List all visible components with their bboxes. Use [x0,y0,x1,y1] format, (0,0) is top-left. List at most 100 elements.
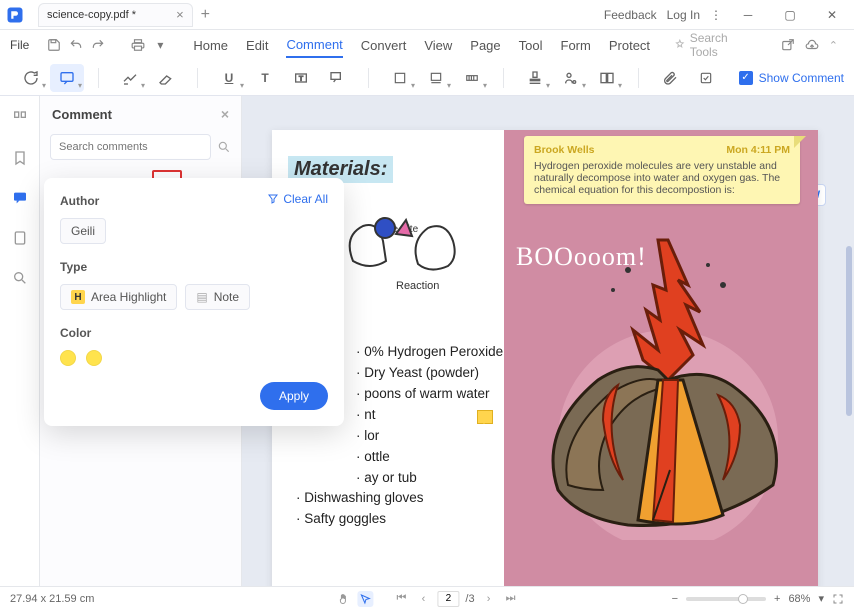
file-menu[interactable]: File [10,38,29,52]
last-page-icon[interactable]: ⏭ [503,592,519,605]
share-icon[interactable] [781,38,795,52]
page-input[interactable] [437,591,459,607]
zoom-level: 68% [788,593,810,605]
menu-tool[interactable]: Tool [519,34,543,57]
app-icon [0,0,30,30]
first-page-icon[interactable]: ⏮ [393,592,409,605]
quick-access [45,36,107,54]
color-label: Color [60,326,328,340]
zoom-out-icon[interactable]: − [672,593,678,605]
signature-tool[interactable]: ▾ [554,64,588,92]
eraser-tool[interactable] [149,64,183,92]
next-page-icon[interactable]: › [481,593,497,605]
color-swatch-yellow-1[interactable] [60,350,76,366]
textbox-tool[interactable]: T [284,64,318,92]
note-time: Mon 4:11 PM [726,144,790,156]
type-chip-highlight[interactable]: HArea Highlight [60,284,177,310]
menubar: File ▾ Home Edit Comment Convert View Pa… [0,30,854,60]
menu-edit[interactable]: Edit [246,34,268,57]
comment-panel-title: Comment [52,107,112,122]
menu-page[interactable]: Page [470,34,500,57]
comments-icon[interactable] [8,186,32,210]
show-comment-toggle[interactable]: ✓ Show Comment [739,71,844,85]
left-rail [0,96,40,586]
stamp2-tool[interactable]: ▾ [518,64,552,92]
text-tool[interactable]: T [248,64,282,92]
underline-tool[interactable]: U▾ [212,64,246,92]
new-tab-button[interactable]: + [201,6,210,24]
more-icon[interactable]: ⋮ [710,8,722,22]
close-window-button[interactable]: ✕ [816,1,848,29]
comment-panel-close[interactable]: × [221,106,229,122]
tab-title: science-copy.pdf * [47,9,136,21]
cloud-icon[interactable] [805,38,819,52]
titlebar: science-copy.pdf * × + Feedback Log In ⋮… [0,0,854,30]
search-icon[interactable] [217,140,231,154]
shape-tool[interactable]: ▾ [383,64,417,92]
title-right: Feedback Log In ⋮ ─ ▢ ✕ [604,1,854,29]
expand-icon[interactable]: ⌃ [829,39,838,52]
page-total: /3 [465,593,474,605]
reaction-illustration [338,216,468,276]
zoom-in-icon[interactable]: + [774,593,780,605]
highlight-tool[interactable]: ▾ [113,64,147,92]
menu-comment[interactable]: Comment [286,33,342,58]
menu-convert[interactable]: Convert [361,34,407,57]
search-rail-icon[interactable] [8,266,32,290]
attachment-tool[interactable] [653,64,687,92]
checkbox-tool[interactable] [689,64,723,92]
zoom-slider[interactable] [686,597,766,601]
vertical-scrollbar[interactable] [846,246,852,416]
measure-tool[interactable]: ▾ [455,64,489,92]
minimize-button[interactable]: ─ [732,1,764,29]
hand-tool-icon[interactable] [335,593,351,605]
document-tab[interactable]: science-copy.pdf * × [38,3,193,27]
redo-icon[interactable] [89,36,107,54]
main-menu: Home Edit Comment Convert View Page Tool… [193,33,650,58]
tab-close-icon[interactable]: × [176,7,184,22]
type-chip-note[interactable]: ▤Note [185,284,250,310]
zoom-dropdown-icon[interactable]: ▾ [818,592,824,605]
thumbnails-icon[interactable] [8,106,32,130]
type-label: Type [60,260,328,274]
save-icon[interactable] [45,36,63,54]
compare-tool[interactable]: ▾ [590,64,624,92]
page-nav: ⏮ ‹ /3 › ⏭ [335,591,518,607]
apply-button[interactable]: Apply [260,382,328,410]
search-tools[interactable]: Search Tools [674,31,757,59]
toolbar: ▾ ▾ ▾ U▾ T T ▾ ▾ ▾ ▾ ▾ ▾ ✓ Show Comment [0,60,854,96]
note-tool[interactable]: ▾ [14,64,48,92]
print-icon[interactable] [129,36,147,54]
note-marker-icon[interactable] [477,410,493,424]
color-swatch-yellow-2[interactable] [86,350,102,366]
svg-text:T: T [299,75,303,82]
menu-protect[interactable]: Protect [609,34,650,57]
comment-tool[interactable]: ▾ [50,64,84,92]
callout-tool[interactable] [320,64,354,92]
quick-access-2: ▾ [129,36,169,54]
bookmark-icon[interactable] [8,146,32,170]
statusbar: 27.94 x 21.59 cm ⏮ ‹ /3 › ⏭ − + 68% ▾ [0,586,854,610]
dropdown-icon[interactable]: ▾ [151,36,169,54]
feedback-link[interactable]: Feedback [604,8,657,22]
filter-popover: Clear All Author Geili Type HArea Highli… [44,178,344,426]
clear-all-button[interactable]: Clear All [267,192,328,206]
page: Materials: ective Site Reaction 0% Hydro… [272,130,818,586]
stamp-tool[interactable]: ▾ [419,64,453,92]
menu-view[interactable]: View [424,34,452,57]
login-link[interactable]: Log In [667,8,700,22]
author-chip[interactable]: Geili [60,218,106,244]
select-tool-icon[interactable] [357,591,373,607]
maximize-button[interactable]: ▢ [774,1,806,29]
undo-icon[interactable] [67,36,85,54]
fullscreen-icon[interactable] [832,593,844,605]
volcano-illustration [508,230,816,540]
note-author: Brook Wells [534,144,595,156]
sticky-note[interactable]: Brook Wells Mon 4:11 PM Hydrogen peroxid… [524,136,800,204]
prev-page-icon[interactable]: ‹ [415,593,431,605]
attachments-icon[interactable] [8,226,32,250]
menu-form[interactable]: Form [561,34,591,57]
comment-search-input[interactable] [50,134,211,160]
menu-home[interactable]: Home [193,34,228,57]
note-body: Hydrogen peroxide molecules are very uns… [534,160,790,196]
